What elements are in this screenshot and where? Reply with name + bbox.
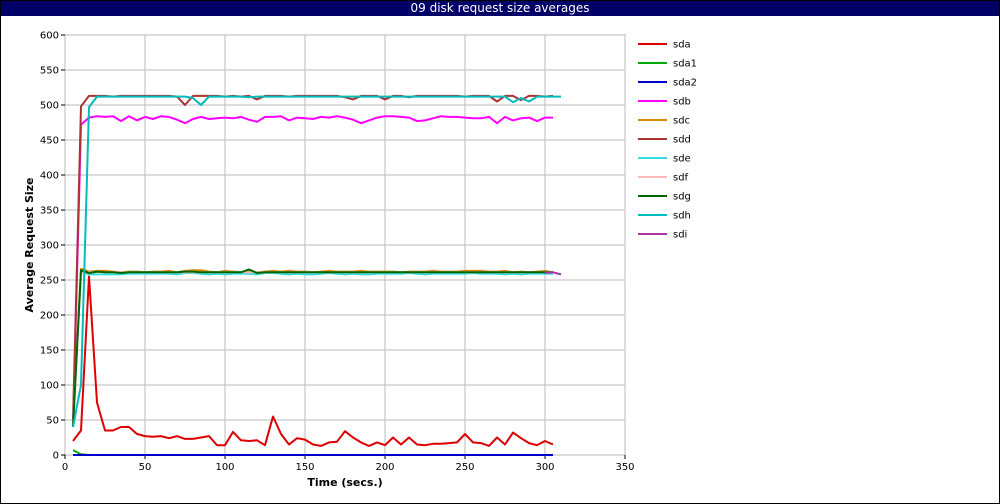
x-tick-label: 100 (215, 462, 234, 473)
y-tick-label: 0 (53, 451, 59, 462)
legend-label-sdi: sdi (673, 230, 687, 241)
legend-label-sdd: sdd (673, 135, 691, 146)
legend-label-sdf: sdf (673, 173, 689, 184)
legend-label-sdg: sdg (673, 192, 691, 203)
x-tick-label: 300 (535, 462, 554, 473)
x-tick-label: 150 (295, 462, 314, 473)
legend-label-sdh: sdh (673, 211, 691, 222)
x-axis-label: Time (secs.) (307, 476, 382, 489)
y-tick-label: 250 (40, 276, 59, 287)
y-tick-label: 550 (40, 66, 59, 77)
x-tick-label: 250 (455, 462, 474, 473)
legend-label-sde: sde (673, 154, 691, 165)
y-tick-label: 100 (40, 381, 59, 392)
legend: sda sda1 sda2 sdb sdc sdd sde sdf sdg sdh sdi (638, 40, 697, 241)
legend-label-sda2: sda2 (673, 78, 697, 89)
y-tick-label: 150 (40, 346, 59, 357)
x-tick-label: 50 (139, 462, 152, 473)
y-tick-label: 200 (40, 311, 59, 322)
y-tick-label: 350 (40, 206, 59, 217)
y-tick-label: 50 (46, 416, 59, 427)
y-tick-label: 500 (40, 101, 59, 112)
legend-label-sda1: sda1 (673, 59, 697, 70)
y-axis-label: Average Request Size (23, 177, 36, 312)
y-tick-label: 400 (40, 171, 59, 182)
y-tick-label: 300 (40, 241, 59, 252)
x-tick-label: 200 (375, 462, 394, 473)
x-tick-label: 350 (615, 462, 634, 473)
y-tick-label: 450 (40, 136, 59, 147)
legend-label-sdc: sdc (673, 116, 690, 127)
x-tick-label: 0 (62, 462, 68, 473)
legend-label-sda: sda (673, 40, 691, 51)
chart-canvas: 0 50 100 150 200 250 300 350 400 450 500 550 600 0 50 1… (23, 31, 697, 490)
legend-label-sdb: sdb (673, 97, 691, 108)
y-tick-label: 600 (40, 31, 59, 42)
